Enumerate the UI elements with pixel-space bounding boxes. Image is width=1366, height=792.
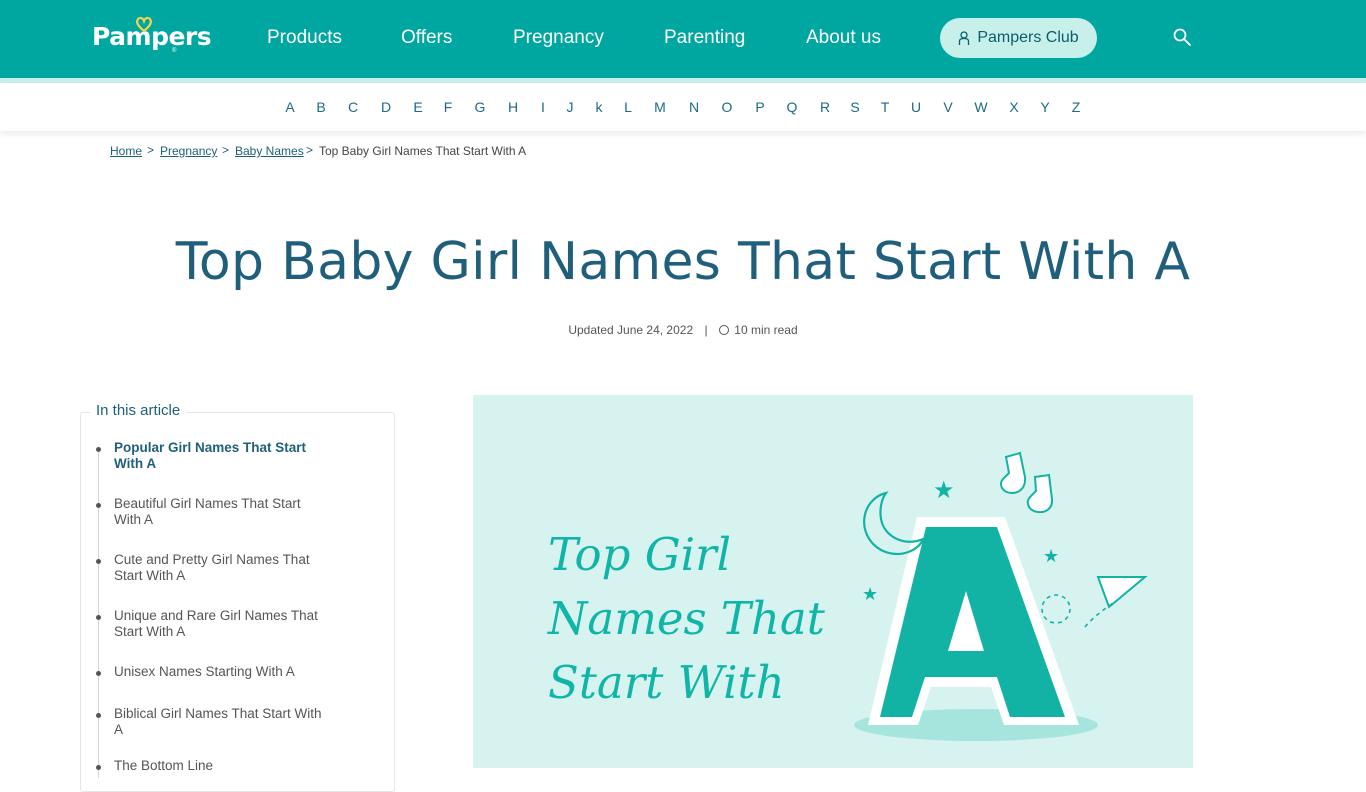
pampers-club-button[interactable]: Pampers Club bbox=[940, 18, 1097, 58]
toc-bullet bbox=[96, 615, 101, 620]
alphabet-letter-z[interactable]: Z bbox=[1066, 99, 1086, 115]
clock-icon bbox=[718, 325, 729, 335]
alphabet-letter-u[interactable]: U bbox=[906, 99, 926, 115]
alphabet-letter-w[interactable]: W bbox=[971, 99, 991, 115]
alphabet-letter-p[interactable]: P bbox=[750, 99, 770, 115]
pampers-club-label: Pampers Club bbox=[977, 29, 1079, 46]
user-icon bbox=[959, 30, 970, 45]
alphabet-letter-t[interactable]: T bbox=[875, 99, 895, 115]
toc-item-unique-rare[interactable]: Unique and Rare Girl Names That Start Wi… bbox=[114, 608, 329, 640]
alphabet-letter-j[interactable]: J bbox=[560, 99, 580, 115]
toc-bullet bbox=[96, 503, 101, 508]
toc-bullet bbox=[96, 447, 101, 452]
alphabet-letter-h[interactable]: H bbox=[503, 99, 523, 115]
article-meta: Updated June 24, 2022 | 10 min read bbox=[0, 323, 1366, 337]
meta-divider: | bbox=[704, 323, 708, 337]
breadcrumb-current-page: Top Baby Girl Names That Start With A bbox=[319, 144, 527, 158]
nav-about-us[interactable]: About us bbox=[806, 27, 881, 49]
alphabet-letter-s[interactable]: S bbox=[845, 99, 865, 115]
toc-timeline bbox=[98, 448, 99, 778]
alphabet-letter-g[interactable]: G bbox=[470, 99, 490, 115]
breadcrumb-home[interactable]: Home bbox=[110, 144, 142, 158]
breadcrumb-separator: > bbox=[306, 143, 314, 157]
toc-item-biblical[interactable]: Biblical Girl Names That Start With A bbox=[114, 706, 329, 738]
alphabet-letter-q[interactable]: Q bbox=[782, 99, 802, 115]
toc-item-popular[interactable]: Popular Girl Names That Start With A bbox=[114, 440, 329, 472]
alphabet-letter-k[interactable]: k bbox=[589, 99, 609, 115]
hero-illustration: Top Girl Names That Start With ★ ★ ★ A bbox=[473, 395, 1193, 768]
alphabet-letter-c[interactable]: C bbox=[343, 99, 363, 115]
alphabet-letter-i[interactable]: I bbox=[533, 99, 553, 115]
star-icon: ★ bbox=[933, 477, 955, 504]
nav-products[interactable]: Products bbox=[267, 27, 342, 49]
alphabet-letter-n[interactable]: N bbox=[684, 99, 704, 115]
search-icon[interactable] bbox=[1172, 27, 1192, 47]
alphabet-letter-f[interactable]: F bbox=[438, 99, 458, 115]
read-time: 10 min read bbox=[734, 323, 798, 337]
star-icon: ★ bbox=[1043, 546, 1059, 566]
breadcrumb-pregnancy[interactable]: Pregnancy bbox=[160, 144, 217, 158]
toc-item-beautiful[interactable]: Beautiful Girl Names That Start With A bbox=[114, 496, 329, 528]
logo-heart-icon bbox=[136, 16, 152, 32]
toc-item-cute-pretty[interactable]: Cute and Pretty Girl Names That Start Wi… bbox=[114, 552, 329, 584]
alphabet-letter-y[interactable]: Y bbox=[1035, 99, 1055, 115]
breadcrumb-separator: > bbox=[222, 143, 230, 157]
page-title: Top Baby Girl Names That Start With A bbox=[175, 232, 1191, 292]
toc-bullet bbox=[96, 671, 101, 676]
nav-parenting[interactable]: Parenting bbox=[664, 27, 745, 49]
star-icon: ★ bbox=[862, 584, 878, 604]
breadcrumb-baby-names[interactable]: Baby Names bbox=[235, 144, 304, 158]
big-letter-a-illustration: ★ ★ ★ bbox=[854, 451, 1148, 741]
toc-heading: In this article bbox=[90, 402, 187, 419]
alphabet-letter-m[interactable]: M bbox=[650, 99, 670, 115]
registered-mark: ® bbox=[172, 48, 177, 54]
breadcrumb-separator: > bbox=[147, 143, 155, 157]
toc-bullet bbox=[96, 713, 101, 718]
alphabet-letter-l[interactable]: L bbox=[618, 99, 638, 115]
updated-date: Updated June 24, 2022 bbox=[568, 323, 694, 337]
alphabet-letter-x[interactable]: X bbox=[1004, 99, 1024, 115]
toc-bullet bbox=[96, 559, 101, 564]
nav-pregnancy[interactable]: Pregnancy bbox=[513, 27, 604, 49]
alphabet-letter-o[interactable]: O bbox=[717, 99, 737, 115]
toc-item-unisex[interactable]: Unisex Names Starting With A bbox=[114, 664, 329, 680]
alphabet-filter-bar bbox=[0, 83, 1366, 131]
alphabet-letter-e[interactable]: E bbox=[408, 99, 428, 115]
toc-item-bottom-line[interactable]: The Bottom Line bbox=[114, 758, 329, 774]
alphabet-letter-b[interactable]: B bbox=[311, 99, 331, 115]
nav-offers[interactable]: Offers bbox=[401, 27, 452, 49]
alphabet-letter-r[interactable]: R bbox=[815, 99, 835, 115]
alphabet-letter-v[interactable]: V bbox=[938, 99, 958, 115]
alphabet-letter-a[interactable]: A bbox=[280, 99, 300, 115]
alphabet-letter-d[interactable]: D bbox=[376, 99, 396, 115]
